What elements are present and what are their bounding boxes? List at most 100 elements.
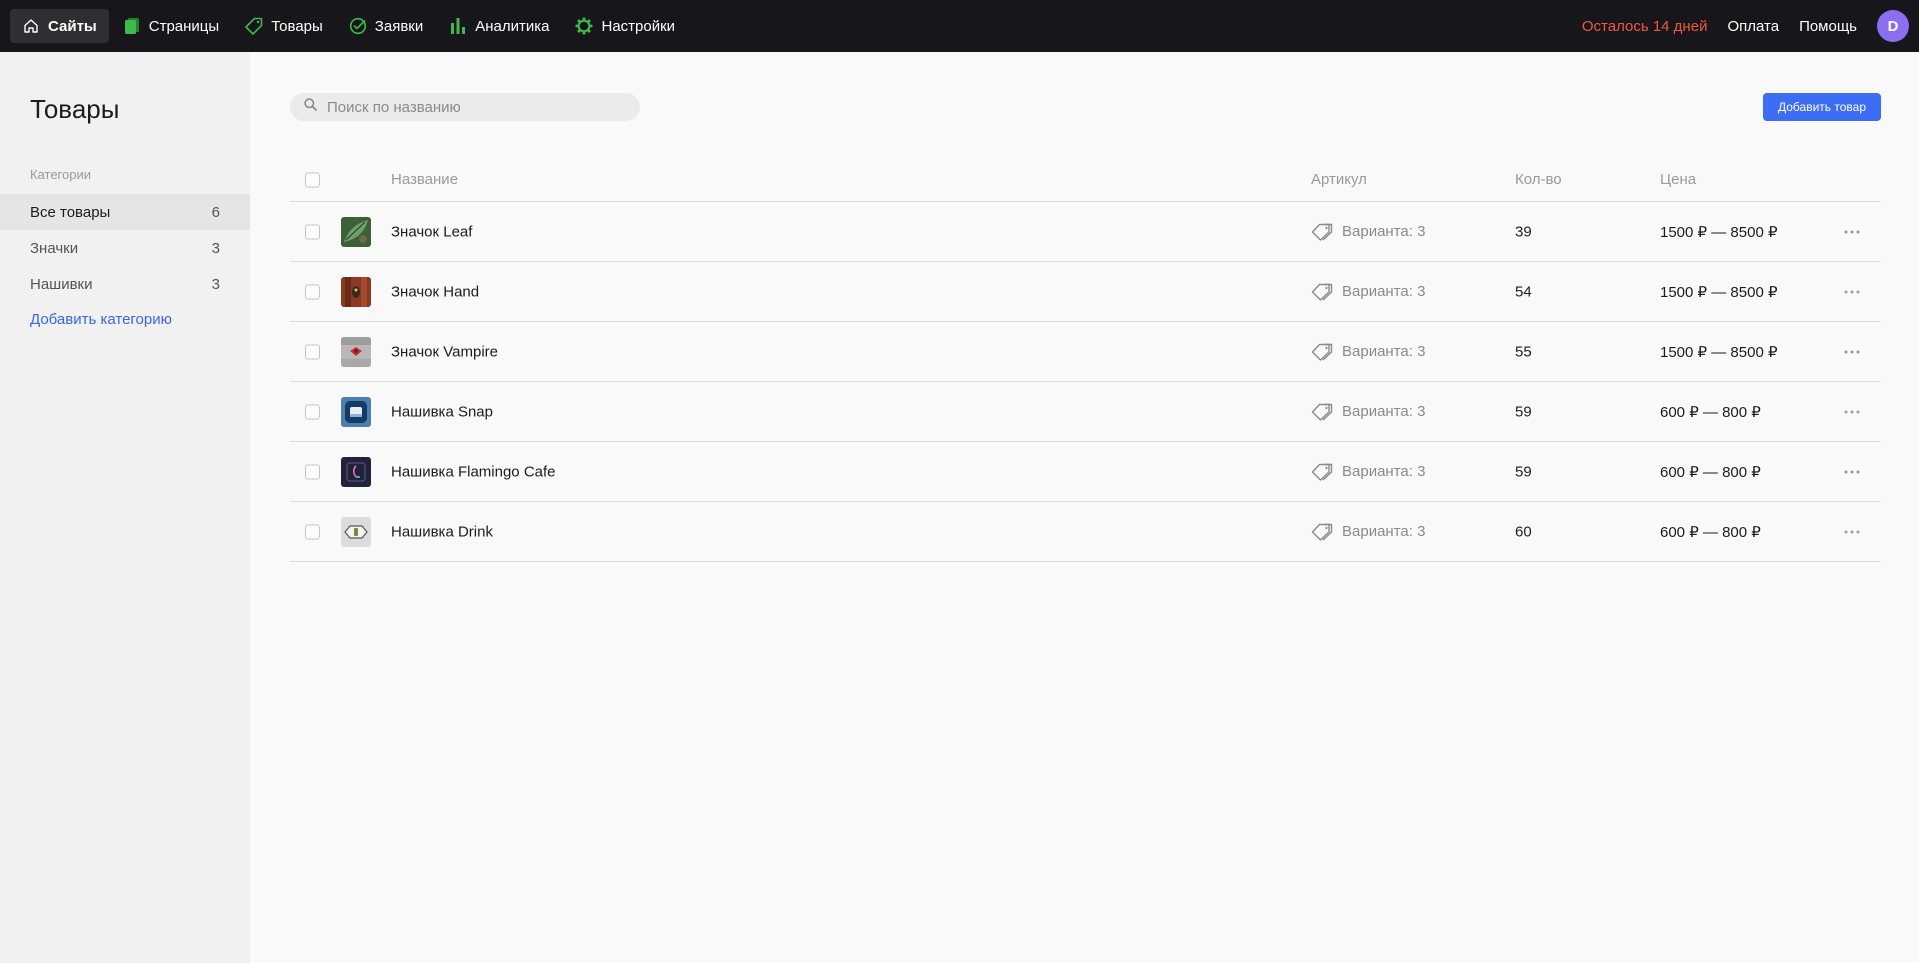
nav-sites[interactable]: Сайты <box>10 9 109 43</box>
pages-icon <box>123 17 141 35</box>
product-variants: Варианта: 3 <box>1311 283 1425 301</box>
trial-days-left[interactable]: Осталось 14 дней <box>1582 18 1708 35</box>
table-header: Название Артикул Кол-во Цена <box>290 158 1881 202</box>
nav-requests[interactable]: Заявки <box>337 9 435 43</box>
product-thumbnail[interactable] <box>341 457 371 487</box>
add-category-link[interactable]: Добавить категорию <box>30 311 172 328</box>
nav-settings-label: Настройки <box>601 17 676 35</box>
column-sku[interactable]: Артикул <box>1311 171 1367 188</box>
nav-analytics[interactable]: Аналитика <box>437 9 561 43</box>
more-options-icon[interactable] <box>1842 342 1862 362</box>
product-name[interactable]: Нашивка Flamingo Cafe <box>391 463 556 480</box>
product-price: 1500 ₽ — 8500 ₽ <box>1660 283 1778 301</box>
row-checkbox[interactable] <box>305 284 320 299</box>
product-name[interactable]: Нашивка Snap <box>391 403 493 420</box>
product-qty: 59 <box>1515 463 1532 480</box>
nav-pages[interactable]: Страницы <box>111 9 231 43</box>
category-all[interactable]: Все товары 6 <box>0 194 250 230</box>
product-thumbnail[interactable] <box>341 337 371 367</box>
product-qty: 39 <box>1515 223 1532 240</box>
table-row[interactable]: Значок Hand Варианта: 3 54 1500 ₽ — 8500… <box>290 262 1881 322</box>
more-options-icon[interactable] <box>1842 522 1862 542</box>
more-options-icon[interactable] <box>1842 462 1862 482</box>
top-right-area: Осталось 14 дней Оплата Помощь D <box>1582 10 1909 42</box>
search-icon <box>304 98 317 116</box>
product-variants: Варианта: 3 <box>1311 223 1425 241</box>
category-count: 3 <box>211 275 220 293</box>
category-label: Значки <box>30 239 79 257</box>
product-variants: Варианта: 3 <box>1311 343 1425 361</box>
table-row[interactable]: Значок Vampire Варианта: 3 55 1500 ₽ — 8… <box>290 322 1881 382</box>
add-product-button[interactable]: Добавить товар <box>1763 93 1881 121</box>
variants-count: Варианта: 3 <box>1342 463 1426 480</box>
product-name[interactable]: Нашивка Drink <box>391 523 493 540</box>
product-name[interactable]: Значок Hand <box>391 283 479 300</box>
gear-icon <box>575 17 593 35</box>
category-patches[interactable]: Нашивки 3 <box>0 266 250 302</box>
product-thumbnail[interactable] <box>341 517 371 547</box>
product-price: 600 ₽ — 800 ₽ <box>1660 463 1761 481</box>
variants-count: Варианта: 3 <box>1342 223 1426 240</box>
product-price: 1500 ₽ — 8500 ₽ <box>1660 223 1778 241</box>
category-badges[interactable]: Значки 3 <box>0 230 250 266</box>
product-price: 600 ₽ — 800 ₽ <box>1660 403 1761 421</box>
product-name[interactable]: Значок Leaf <box>391 223 472 240</box>
nav-settings[interactable]: Настройки <box>563 9 687 43</box>
payment-link[interactable]: Оплата <box>1727 18 1779 35</box>
products-table: Название Артикул Кол-во Цена Значок Leaf… <box>290 158 1881 562</box>
help-link[interactable]: Помощь <box>1799 18 1857 35</box>
select-all-checkbox[interactable] <box>305 172 320 187</box>
product-qty: 59 <box>1515 403 1532 420</box>
product-name[interactable]: Значок Vampire <box>391 343 498 360</box>
row-checkbox[interactable] <box>305 224 320 239</box>
product-variants: Варианта: 3 <box>1311 523 1425 541</box>
nav-requests-label: Заявки <box>374 17 424 35</box>
variants-tag-icon <box>1311 523 1333 541</box>
category-list: Все товары 6 Значки 3 Нашивки 3 <box>0 194 250 302</box>
variants-count: Варианта: 3 <box>1342 403 1426 420</box>
variants-tag-icon <box>1311 223 1333 241</box>
row-checkbox[interactable] <box>305 464 320 479</box>
more-options-icon[interactable] <box>1842 402 1862 422</box>
top-navbar: Сайты Страницы Товары Заявки Аналитика Н… <box>0 0 1919 52</box>
variants-count: Варианта: 3 <box>1342 343 1426 360</box>
home-icon <box>22 17 40 35</box>
product-qty: 54 <box>1515 283 1532 300</box>
product-thumbnail[interactable] <box>341 217 371 247</box>
tag-icon <box>245 17 263 35</box>
table-row[interactable]: Нашивка Flamingo Cafe Варианта: 3 59 600… <box>290 442 1881 502</box>
search-box <box>290 93 640 121</box>
page-title: Товары <box>30 94 120 124</box>
variants-tag-icon <box>1311 343 1333 361</box>
product-price: 600 ₽ — 800 ₽ <box>1660 523 1761 541</box>
table-row[interactable]: Нашивка Drink Варианта: 3 60 600 ₽ — 800… <box>290 502 1881 562</box>
row-checkbox[interactable] <box>305 344 320 359</box>
category-count: 3 <box>211 239 220 257</box>
more-options-icon[interactable] <box>1842 222 1862 242</box>
sidebar: Товары Категории Все товары 6 Значки 3 Н… <box>0 52 250 963</box>
categories-heading: Категории <box>30 167 91 182</box>
row-checkbox[interactable] <box>305 404 320 419</box>
product-thumbnail[interactable] <box>341 277 371 307</box>
table-row[interactable]: Нашивка Snap Варианта: 3 59 600 ₽ — 800 … <box>290 382 1881 442</box>
product-thumbnail[interactable] <box>341 397 371 427</box>
category-label: Все товары <box>30 203 111 221</box>
column-name[interactable]: Название <box>391 171 458 188</box>
variants-tag-icon <box>1311 403 1333 421</box>
column-qty[interactable]: Кол-во <box>1515 171 1562 188</box>
nav-products[interactable]: Товары <box>233 9 335 43</box>
avatar[interactable]: D <box>1877 10 1909 42</box>
nav-pages-label: Страницы <box>148 17 220 35</box>
table-row[interactable]: Значок Leaf Варианта: 3 39 1500 ₽ — 8500… <box>290 202 1881 262</box>
nav-products-label: Товары <box>271 17 323 35</box>
analytics-icon <box>449 17 467 35</box>
row-checkbox[interactable] <box>305 524 320 539</box>
product-qty: 60 <box>1515 523 1532 540</box>
product-variants: Варианта: 3 <box>1311 463 1425 481</box>
product-price: 1500 ₽ — 8500 ₽ <box>1660 343 1778 361</box>
search-input[interactable] <box>327 98 627 116</box>
column-price[interactable]: Цена <box>1660 171 1696 188</box>
main-nav: Сайты Страницы Товары Заявки Аналитика Н… <box>10 9 689 43</box>
more-options-icon[interactable] <box>1842 282 1862 302</box>
variants-count: Варианта: 3 <box>1342 283 1426 300</box>
